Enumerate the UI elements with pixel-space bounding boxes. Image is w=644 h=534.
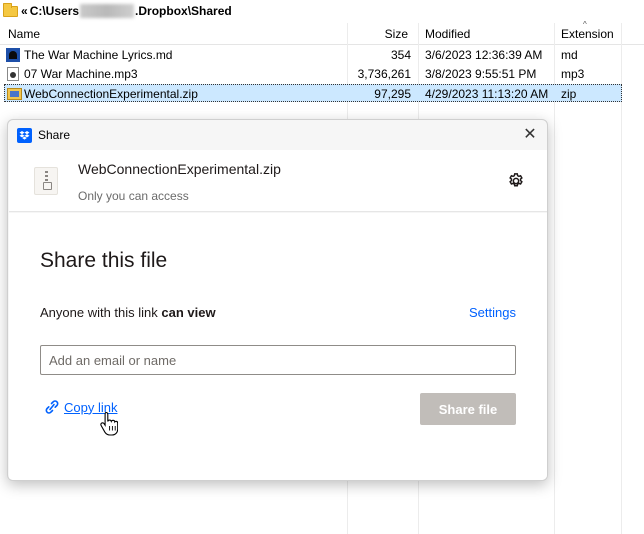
file-name: WebConnectionExperimental.zip (24, 87, 198, 101)
dialog-titlebar[interactable]: Share ✕ (8, 120, 547, 150)
file-modified: 4/29/2023 11:13:20 AM (425, 87, 549, 101)
page-title: Share this file (40, 249, 168, 272)
column-header-extension[interactable]: Extension (555, 23, 620, 45)
file-modified: 3/8/2023 9:55:51 PM (425, 67, 537, 81)
column-header-size[interactable]: Size (348, 23, 414, 45)
gear-icon[interactable] (507, 172, 525, 190)
settings-link[interactable]: Settings (469, 305, 516, 320)
zip-file-icon (34, 167, 58, 195)
column-header-row: Name Size Modified Extension (0, 23, 644, 45)
share-file-button[interactable]: Share file (420, 393, 516, 425)
close-button[interactable]: ✕ (519, 124, 541, 146)
file-size: 97,295 (374, 87, 411, 101)
column-header-modified[interactable]: Modified (419, 23, 476, 45)
sort-ascending-icon: ^ (583, 20, 587, 29)
permission-level: can view (161, 305, 216, 320)
email-field[interactable] (40, 345, 516, 375)
zip-file-icon (7, 88, 22, 100)
file-size: 354 (390, 48, 411, 62)
folder-icon (3, 2, 18, 17)
path-overflow-chevron[interactable]: « (21, 4, 28, 18)
file-size: 3,736,261 (357, 67, 411, 81)
redacted-username (80, 4, 135, 18)
hand-pointer-cursor-icon (100, 411, 118, 436)
file-modified: 3/6/2023 12:36:39 AM (425, 48, 543, 62)
link-permission-text: Anyone with this link can view (40, 305, 216, 320)
dropbox-logo-icon (17, 128, 32, 143)
audio-file-icon (7, 67, 19, 81)
column-header-name[interactable]: Name (2, 23, 46, 45)
file-extension: mp3 (561, 67, 585, 81)
link-icon (45, 400, 59, 414)
access-status: Only you can access (78, 189, 189, 203)
file-name: The War Machine Lyrics.md (24, 48, 173, 62)
file-row[interactable]: The War Machine Lyrics.md 354 3/6/2023 1… (4, 46, 622, 64)
file-row-selected[interactable]: WebConnectionExperimental.zip 97,295 4/2… (4, 84, 622, 102)
path-segment-users[interactable]: C:\Users (30, 4, 79, 18)
file-extension: zip (561, 87, 577, 101)
permission-prefix: Anyone with this link (40, 305, 162, 320)
file-card: WebConnectionExperimental.zip Only you c… (9, 150, 547, 212)
shared-file-name: WebConnectionExperimental.zip (78, 161, 281, 177)
file-extension: md (561, 48, 578, 62)
path-segment-dropbox-shared[interactable]: .Dropbox\Shared (135, 4, 232, 18)
dialog-title: Share (38, 128, 71, 142)
file-row[interactable]: 07 War Machine.mp3 3,736,261 3/8/2023 9:… (4, 65, 622, 83)
address-bar[interactable]: « C:\Users .Dropbox\Shared (0, 0, 644, 22)
share-form: Share this file Anyone with this link ca… (9, 213, 547, 480)
markdown-file-icon (6, 48, 20, 62)
file-name: 07 War Machine.mp3 (24, 67, 138, 81)
share-dialog: Share ✕ WebConnectionExperimental.zip On… (7, 119, 548, 481)
